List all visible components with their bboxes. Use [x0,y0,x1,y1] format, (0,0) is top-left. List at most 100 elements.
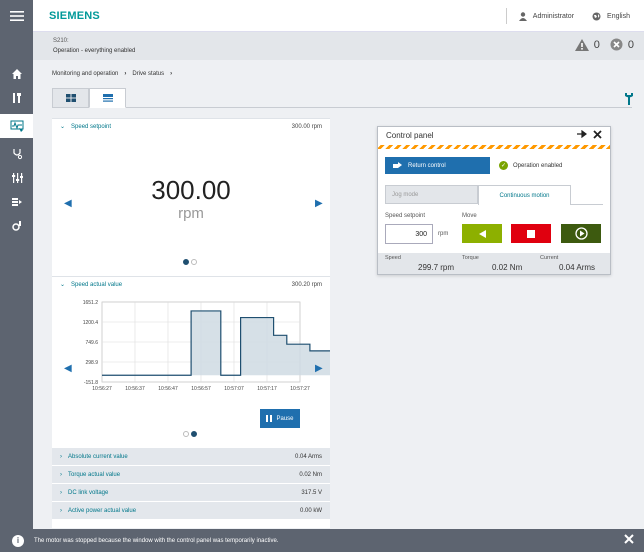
close-icon[interactable] [624,534,634,547]
handover-icon [393,162,402,168]
tools-icon[interactable] [0,86,33,110]
header-divider [505,8,507,24]
x-tick-label: 10:56:37 [125,386,145,392]
speed-setpoint-big-value: 300.00 [151,175,231,205]
page-dots [183,259,197,265]
errors-indicator[interactable]: 0 [610,38,634,51]
prev-arrow-icon[interactable]: ◀ [64,198,72,209]
tab-divider [126,107,632,108]
return-control-button[interactable]: Return control [385,157,490,174]
speed-value: 299.7 rpm [418,263,455,272]
speed-chart: 1651.21200.4749.6298.9-151.810:56:27 10:5… [83,300,330,392]
wrench-icon[interactable] [624,92,634,108]
x-tick-label: 10:56:47 [158,386,178,392]
chevron-right-icon: › [60,507,62,514]
current-label: Current [540,255,559,261]
x-tick-label: 10:57:27 [290,386,310,392]
row-label: Active power actual value [68,507,137,514]
menu-icon[interactable] [0,0,33,32]
speed-actual-label: Speed actual value [71,281,123,288]
page-dot[interactable] [183,259,189,265]
stop-button[interactable] [511,224,551,243]
actual-values-bar: Speed 299.7 rpm Torque 0.02 Nm Current 0… [378,253,610,274]
warning-icon [574,38,589,51]
row-value: 0.02 Nm [299,471,322,478]
row-label: Absolute current value [68,453,128,460]
y-tick-label: 749.6 [85,340,98,346]
breadcrumb-item[interactable]: Monitoring and operation [52,71,118,77]
arrow-left-icon [478,229,486,238]
breadcrumb-item[interactable]: Drive status [132,71,164,77]
row-label: Torque actual value [68,471,121,478]
page-dot[interactable] [191,431,197,437]
error-icon [610,38,623,51]
move-right-button[interactable] [561,224,601,243]
speed-label: Speed [385,255,401,261]
speed-actual-header[interactable]: ⌄ Speed actual value 300.20 rpm [52,276,330,292]
y-tick-label: 298.9 [85,360,98,366]
backup-icon[interactable] [0,190,33,214]
user-name[interactable]: Administrator [533,13,574,20]
x-tick-label: 10:56:27 [92,386,112,392]
view-tabs [52,88,126,108]
x-tick-label: 10:57:17 [257,386,277,392]
row-value: 317.5 V [301,489,322,496]
torque-label: Torque [462,255,479,261]
list-item[interactable]: › Absolute current value 0.04 Arms [52,447,330,465]
next-arrow-icon[interactable]: ▶ [315,198,323,209]
control-panel: Control panel Return control ✓ Operation… [377,126,611,275]
check-icon: ✓ [499,161,508,170]
home-icon[interactable] [0,62,33,86]
header: SIEMENS Administrator English [33,0,644,32]
list-icon [102,94,113,102]
left-nav [0,0,33,552]
tab-tile-view[interactable] [52,88,89,108]
device-name: S210: [53,38,69,44]
settings-icon[interactable] [0,214,33,238]
chevron-right-icon: › [170,71,173,77]
row-value: 0.04 Arms [294,453,322,460]
row-label: DC link voltage [68,489,109,496]
next-arrow-icon[interactable]: ▶ [315,363,323,374]
status-bar: S210: Operation - everything enabled 0 0 [33,32,644,60]
x-tick-label: 10:56:57 [191,386,211,392]
y-tick-label: 1200.4 [83,320,99,326]
list-item[interactable]: › Torque actual value 0.02 Nm [52,465,330,483]
pause-label: Pause [276,415,294,422]
list-item[interactable]: › DC link voltage 317.5 V [52,483,330,501]
control-priority-stripe [378,145,610,149]
speed-setpoint-header[interactable]: ⌄ Speed setpoint 300.00 rpm [52,118,330,134]
diagnostics-icon[interactable] [0,142,33,166]
current-value: 0.04 Arms [559,263,596,272]
speed-setpoint-label: Speed setpoint [71,123,112,130]
return-control-label: Return control [408,162,446,169]
move-left-button[interactable] [462,224,502,243]
language-selector[interactable]: English [607,13,630,20]
tab-divider [571,204,603,205]
pause-button[interactable]: Pause [260,409,300,428]
tab-continuous-motion[interactable]: Continuous motion [478,185,571,205]
prev-arrow-icon[interactable]: ◀ [64,363,72,374]
chevron-down-icon: ⌄ [60,124,66,130]
warnings-indicator[interactable]: 0 [574,38,600,51]
x-tick-label: 10:57:07 [224,386,244,392]
parameters-icon[interactable] [0,166,33,190]
speed-setpoint-input[interactable]: 300 [385,224,433,244]
row-value: 0.00 kW [299,507,322,514]
page-dot[interactable] [191,259,197,265]
speed-setpoint-unit: rpm [178,205,204,222]
tab-list-view[interactable] [89,88,126,108]
message-bar: i The motor was stopped because the wind… [0,529,644,552]
pin-icon[interactable] [577,129,587,142]
list-item[interactable]: › Active power actual value 0.00 kW [52,501,330,519]
page-dot[interactable] [183,431,189,437]
user-icon [518,11,527,21]
close-icon[interactable] [593,130,602,142]
control-panel-title: Control panel [386,131,434,140]
monitoring-icon[interactable] [0,114,33,138]
globe-icon [592,12,601,20]
tab-jog-mode[interactable]: Jog mode [385,185,478,204]
setpoint-label: Speed setpoint [385,213,426,219]
info-icon: i [12,534,24,547]
speed-actual-value: 300.20 rpm [291,281,322,288]
